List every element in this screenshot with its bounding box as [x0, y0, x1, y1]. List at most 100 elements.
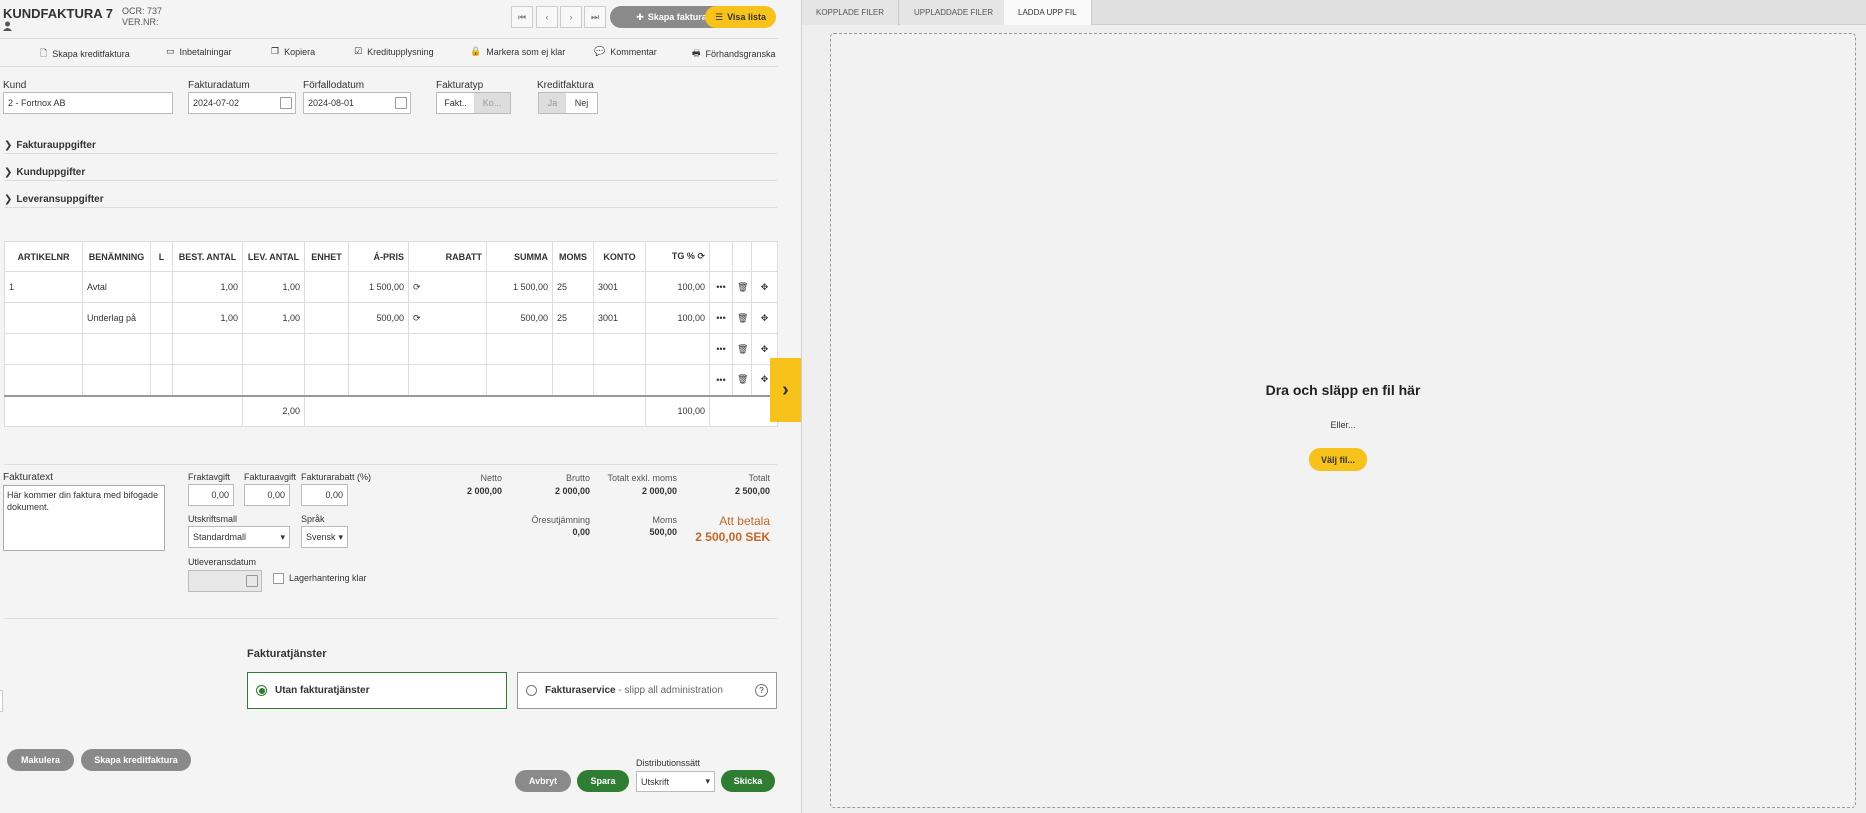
cell-konto[interactable]: 3001: [593, 271, 646, 303]
save-button[interactable]: Spara: [577, 770, 629, 792]
cell-best[interactable]: 1,00: [172, 271, 243, 303]
distribution-select[interactable]: Utskrift ▾: [636, 771, 715, 792]
col-artikelnr[interactable]: ARTIKELNR: [4, 241, 83, 272]
invoice-type-cash[interactable]: Ko...: [473, 93, 510, 113]
trash-icon[interactable]: 🗑: [732, 302, 752, 334]
tab-uploaded-files[interactable]: UPPLADDADE FILER: [900, 0, 1009, 25]
cell-best[interactable]: 1,00: [172, 302, 243, 334]
col-rabatt[interactable]: RABATT: [408, 241, 487, 272]
tab-upload-file[interactable]: LADDA UPP FIL: [1004, 0, 1092, 25]
toolbar-comment[interactable]: 💬 Kommentar: [594, 46, 657, 57]
customer-field[interactable]: 2 - Fortnox AB: [3, 92, 173, 114]
invoice-date-field[interactable]: 2024-07-02: [188, 92, 296, 114]
col-lev-antal[interactable]: LEV. ANTAL: [242, 241, 305, 272]
calendar-icon[interactable]: [280, 97, 292, 109]
cell-pris[interactable]: 1 500,00: [348, 271, 409, 303]
cell-konto[interactable]: 3001: [593, 302, 646, 334]
cell-lev[interactable]: 1,00: [242, 302, 305, 334]
stock-checkbox[interactable]: [273, 573, 284, 584]
show-list-button[interactable]: ☰ Visa lista: [705, 6, 776, 28]
toolbar-payments[interactable]: ▭ Inbetalningar: [166, 46, 232, 57]
refresh-icon[interactable]: ⟳: [413, 313, 421, 323]
section-invoice-details[interactable]: ❯ Fakturauppgifter: [4, 140, 96, 151]
help-icon[interactable]: ?: [755, 684, 768, 697]
invoice-type-invoice[interactable]: Fakt..: [437, 93, 474, 113]
cell-moms[interactable]: 25: [552, 271, 594, 303]
option-no-services[interactable]: Utan fakturatjänster: [247, 672, 507, 709]
cell-rabatt[interactable]: ⟳: [408, 271, 487, 303]
collapse-panel-button[interactable]: ›: [770, 358, 801, 422]
section-delivery-details[interactable]: ❯ Leveransuppgifter: [4, 194, 104, 205]
col-benamning[interactable]: BENÄMNING: [82, 241, 151, 272]
first-page-button[interactable]: ⏮: [511, 6, 533, 28]
trash-icon[interactable]: 🗑: [732, 271, 752, 303]
language-select[interactable]: Svensk ▾: [301, 526, 348, 548]
move-icon[interactable]: ✥: [751, 271, 778, 303]
refresh-icon[interactable]: ⟳: [697, 251, 705, 261]
move-icon[interactable]: ✥: [751, 302, 778, 334]
delivery-date-field[interactable]: [188, 570, 262, 592]
cell-artnr[interactable]: 1: [4, 271, 83, 303]
toolbar-preview[interactable]: 🖶 Förhandsgranska: [692, 46, 776, 62]
more-icon[interactable]: •••: [709, 302, 733, 334]
toolbar-create-credit[interactable]: 🗋 Skapa kreditfaktura: [40, 46, 130, 62]
section-customer-details[interactable]: ❯ Kunduppgifter: [4, 167, 85, 178]
credit-toggle: Ja Nej: [538, 92, 598, 114]
last-page-button[interactable]: ⏭: [584, 6, 606, 28]
cell-enhet[interactable]: [304, 302, 349, 334]
col-moms[interactable]: MOMS: [552, 241, 594, 272]
tab-linked-files[interactable]: KOPPLADE FILER: [802, 0, 900, 25]
col-tg[interactable]: TG % ⟳: [645, 241, 710, 272]
invoice-discount-field[interactable]: 0,00: [301, 484, 348, 506]
radio-unselected[interactable]: [526, 685, 537, 696]
create-credit-button[interactable]: Skapa kreditfaktura: [81, 749, 191, 771]
more-icon[interactable]: •••: [709, 333, 733, 365]
option-invoice-service[interactable]: Fakturaservice - slipp all administratio…: [517, 672, 777, 709]
choose-file-button[interactable]: Välj fil...: [1309, 448, 1367, 471]
credit-no[interactable]: Nej: [566, 93, 597, 113]
more-icon[interactable]: •••: [709, 364, 733, 396]
col-konto[interactable]: KONTO: [593, 241, 646, 272]
cell-artnr[interactable]: [4, 302, 83, 334]
next-page-button[interactable]: ›: [560, 6, 582, 28]
trash-icon[interactable]: 🗑: [732, 333, 752, 365]
cell-enhet[interactable]: [304, 271, 349, 303]
col-enhet[interactable]: ENHET: [304, 241, 349, 272]
trash-icon[interactable]: 🗑: [732, 364, 752, 396]
freight-field[interactable]: 0,00: [188, 484, 234, 506]
netto-label: Netto: [480, 473, 502, 483]
col-best-antal[interactable]: BEST. ANTAL: [172, 241, 243, 272]
cell-moms[interactable]: 25: [552, 302, 594, 334]
side-handle[interactable]: [0, 690, 3, 712]
credit-label: Kreditfaktura: [537, 80, 594, 91]
more-icon[interactable]: •••: [709, 271, 733, 303]
calendar-icon[interactable]: [395, 97, 407, 109]
toolbar-mark-unfinished[interactable]: 🔒 Markera som ej klar: [470, 46, 565, 57]
calendar-icon[interactable]: [246, 575, 258, 587]
toolbar-credit-check[interactable]: ☑ Kreditupplysning: [354, 46, 434, 57]
template-select[interactable]: Standardmall ▾: [188, 526, 290, 548]
col-l[interactable]: L: [150, 241, 173, 272]
send-button[interactable]: Skicka: [721, 770, 775, 792]
drop-zone[interactable]: Dra och släpp en fil här Eller... Välj f…: [830, 33, 1856, 808]
cell-name[interactable]: Underlag på: [82, 302, 151, 334]
toolbar-copy[interactable]: ❐ Kopiera: [271, 46, 315, 57]
refresh-icon[interactable]: ⟳: [413, 282, 421, 292]
cell-name[interactable]: Avtal: [82, 271, 151, 303]
prev-page-button[interactable]: ‹: [536, 6, 558, 28]
cell-lev[interactable]: 1,00: [242, 271, 305, 303]
invoice-text-area[interactable]: Här kommer din faktura med bifogade doku…: [3, 485, 165, 551]
stock-label: Lagerhantering klar: [289, 573, 367, 583]
radio-selected[interactable]: [256, 685, 267, 696]
customer-label: Kund: [3, 80, 27, 91]
cell-rabatt[interactable]: ⟳: [408, 302, 487, 334]
cell-pris[interactable]: 500,00: [348, 302, 409, 334]
due-date-field[interactable]: 2024-08-01: [303, 92, 411, 114]
invoice-fee-field[interactable]: 0,00: [244, 484, 290, 506]
ocr-number: OCR: 737: [122, 6, 163, 16]
credit-yes[interactable]: Ja: [539, 93, 567, 113]
col-a-pris[interactable]: Á-PRIS: [348, 241, 409, 272]
cancel-button[interactable]: Avbryt: [515, 770, 571, 792]
col-summa[interactable]: SUMMA: [486, 241, 553, 272]
scrap-button[interactable]: Makulera: [7, 749, 74, 771]
